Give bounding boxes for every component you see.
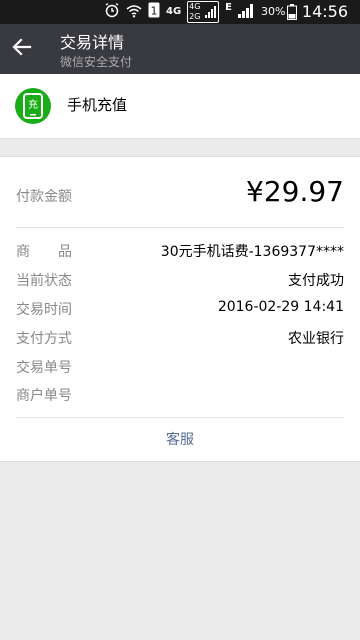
detail-row-product: 商 品 30元手机话费-1369377**** xyxy=(16,241,344,263)
detail-row-transaction-id: 交易单号 xyxy=(16,357,344,379)
amount-value: ¥29.97 xyxy=(246,175,344,208)
signal-4g-2g-icon: 4G 2G xyxy=(187,1,220,23)
amount-label: 付款金额 xyxy=(16,189,72,205)
detail-value: 2016-02-29 14:41 xyxy=(217,299,344,315)
signal-icon xyxy=(238,3,254,22)
page-subtitle: 微信安全支付 xyxy=(60,55,133,69)
detail-value: 农业银行 xyxy=(288,331,344,347)
detail-row-payment-method: 支付方式 农业银行 xyxy=(16,328,344,350)
merchant-name: 手机充值 xyxy=(67,96,128,114)
status-bar: 1 4G 4G 2G E 30% 14:56 xyxy=(0,0,360,24)
phone-recharge-icon: 充 xyxy=(15,88,51,124)
divider xyxy=(16,417,344,418)
back-button[interactable] xyxy=(10,37,34,61)
battery-icon xyxy=(287,4,297,24)
arrow-left-icon xyxy=(12,37,32,61)
phone-recharge-icon-char: 充 xyxy=(28,100,38,111)
detail-value: 支付成功 xyxy=(288,273,344,289)
alarm-icon xyxy=(104,2,120,22)
customer-service-link[interactable]: 客服 xyxy=(0,429,360,449)
status-time: 14:56 xyxy=(301,2,348,21)
network-4g-label: 4G xyxy=(166,6,182,17)
detail-label: 交易单号 xyxy=(16,360,72,376)
battery-percent: 30% xyxy=(261,5,286,18)
detail-label: 支付方式 xyxy=(16,331,72,347)
wifi-icon xyxy=(126,3,142,22)
app-bar: 交易详情 微信安全支付 xyxy=(0,24,360,74)
detail-row-status: 当前状态 支付成功 xyxy=(16,270,344,292)
network-4g-small: 4G xyxy=(189,2,201,11)
detail-row-merchant-order-id: 商户单号 xyxy=(16,385,344,407)
edge-label: E xyxy=(225,2,233,13)
detail-row-time: 交易时间 2016-02-29 14:41 xyxy=(16,299,344,321)
svg-text:1: 1 xyxy=(151,5,158,18)
detail-label: 商 品 xyxy=(16,244,72,260)
divider xyxy=(16,227,344,228)
detail-value: 30元手机话费-1369377**** xyxy=(160,244,344,260)
detail-label: 交易时间 xyxy=(16,302,72,318)
detail-label: 商户单号 xyxy=(16,388,72,404)
merchant-row[interactable]: 充 手机充值 xyxy=(0,74,360,139)
status-icons: 1 4G 4G 2G E xyxy=(104,0,254,24)
page-title: 交易详情 xyxy=(60,33,125,52)
network-2g-small: 2G xyxy=(189,12,201,21)
detail-label: 当前状态 xyxy=(16,273,72,289)
transaction-card: 付款金额 ¥29.97 商 品 30元手机话费-1369377**** 当前状态… xyxy=(0,156,360,462)
sim-card-icon: 1 xyxy=(148,2,160,22)
